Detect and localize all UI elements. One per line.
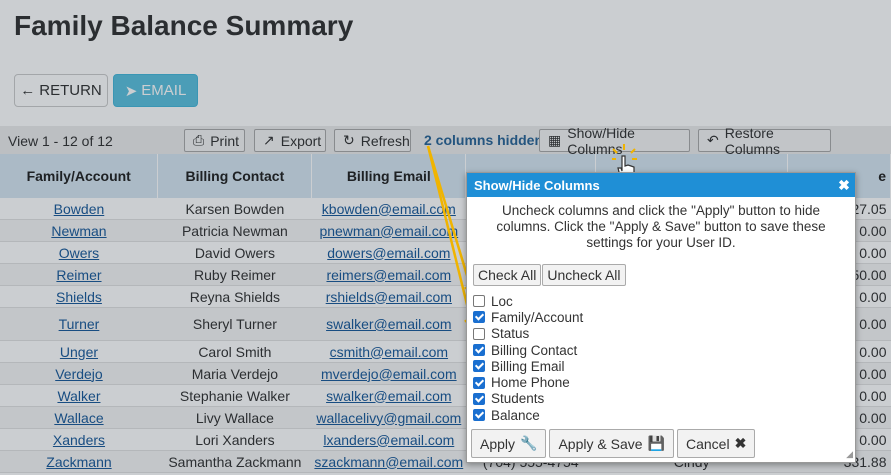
column-option-label: Balance: [491, 407, 540, 423]
column-option-label: Billing Email: [491, 358, 565, 374]
wrench-icon: 🔧: [520, 435, 538, 452]
checkbox[interactable]: [473, 409, 485, 422]
column-option-label: Status: [491, 326, 530, 342]
apply-label: Apply: [480, 435, 516, 452]
column-option[interactable]: Billing Contact: [473, 342, 855, 358]
apply-save-label: Apply & Save: [558, 435, 643, 452]
x-icon: ✖: [734, 435, 747, 452]
cancel-label: Cancel: [685, 435, 730, 452]
dialog-description: Uncheck columns and click the "Apply" bu…: [496, 203, 826, 250]
column-option-label: Billing Contact: [491, 342, 578, 358]
check-all-button[interactable]: Check All: [473, 264, 542, 286]
column-option[interactable]: Status: [473, 326, 855, 342]
dialog-header: Show/Hide Columns ✖: [467, 173, 855, 197]
checkbox[interactable]: [473, 392, 485, 405]
checkbox[interactable]: [473, 376, 485, 389]
apply-button[interactable]: Apply 🔧: [471, 429, 547, 459]
checkbox[interactable]: [473, 295, 485, 308]
save-icon: 💾: [647, 435, 665, 452]
close-icon[interactable]: ✖: [833, 177, 855, 194]
checkbox[interactable]: [473, 311, 485, 324]
column-checkbox-list: Loc Family/Account Status Billing Contac…: [473, 293, 855, 423]
column-option[interactable]: Students: [473, 391, 855, 407]
column-option[interactable]: Family/Account: [473, 309, 855, 325]
column-option[interactable]: Loc: [473, 293, 855, 309]
checkbox[interactable]: [473, 327, 485, 340]
checkbox[interactable]: [473, 344, 485, 357]
column-option[interactable]: Billing Email: [473, 358, 855, 374]
column-option-label: Home Phone: [491, 375, 570, 391]
column-option[interactable]: Home Phone: [473, 374, 855, 390]
cancel-button[interactable]: Cancel ✖: [676, 429, 756, 459]
apply-save-button[interactable]: Apply & Save 💾: [549, 429, 674, 459]
dialog-title: Show/Hide Columns: [474, 177, 600, 193]
checkbox[interactable]: [473, 360, 485, 373]
column-option[interactable]: Balance: [473, 407, 855, 423]
uncheck-all-button[interactable]: Uncheck All: [542, 264, 626, 286]
show-hide-columns-dialog: Show/Hide Columns ✖ Uncheck columns and …: [466, 172, 856, 463]
column-option-label: Students: [491, 391, 545, 407]
column-option-label: Family/Account: [491, 309, 584, 325]
resize-handle-icon[interactable]: ◢: [846, 449, 853, 460]
column-option-label: Loc: [491, 293, 513, 309]
